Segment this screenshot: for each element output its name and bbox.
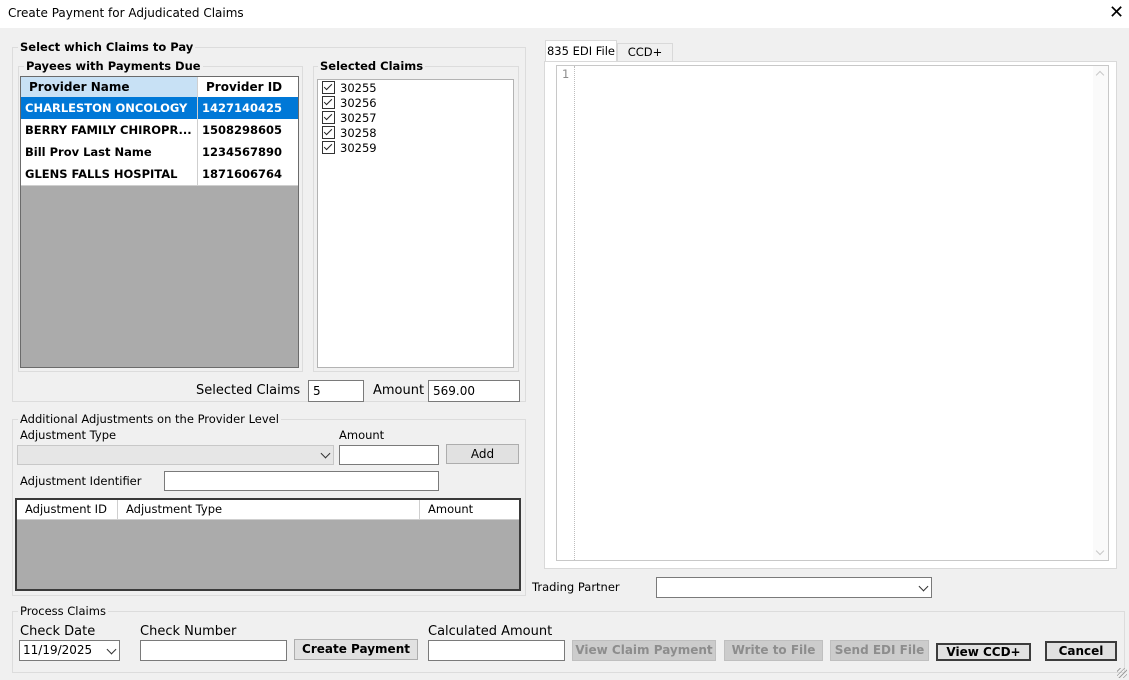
- process-claims-legend: Process Claims: [18, 604, 108, 618]
- payee-row[interactable]: CHARLESTON ONCOLOGY 1427140425: [21, 97, 298, 120]
- column-header-adjustment-amount[interactable]: Amount: [420, 500, 519, 519]
- claim-id: 30255: [340, 81, 377, 95]
- chevron-down-icon: [106, 644, 117, 655]
- claims-group-legend: Select which Claims to Pay: [18, 40, 196, 54]
- column-header-provider-name[interactable]: Provider Name: [21, 77, 198, 97]
- calculated-amount-field[interactable]: [428, 640, 565, 661]
- amount-field[interactable]: 569.00: [428, 380, 520, 402]
- add-adjustment-button[interactable]: Add: [446, 444, 519, 464]
- editor-scrollbar[interactable]: [1093, 66, 1108, 560]
- adjustment-amount-label: Amount: [339, 428, 385, 442]
- checkbox-checked-icon[interactable]: [322, 141, 335, 154]
- claim-checkbox-item[interactable]: 30257: [322, 111, 377, 126]
- tab-835-edi-file[interactable]: 835 EDI File: [545, 40, 617, 62]
- cancel-button[interactable]: Cancel: [1045, 641, 1117, 661]
- chevron-down-icon: [320, 448, 331, 459]
- payee-row[interactable]: BERRY FAMILY CHIROPR... 1508298605: [21, 119, 298, 142]
- payees-grid-header: Provider Name Provider ID: [21, 77, 298, 98]
- payee-name-cell: CHARLESTON ONCOLOGY: [21, 97, 198, 119]
- claim-checkbox-item[interactable]: 30256: [322, 96, 377, 111]
- column-header-provider-id[interactable]: Provider ID: [198, 77, 298, 97]
- checkbox-checked-icon[interactable]: [322, 96, 335, 109]
- claim-checkbox-item[interactable]: 30258: [322, 126, 377, 141]
- check-number-field[interactable]: [140, 640, 287, 661]
- edi-text-editor[interactable]: 1: [556, 65, 1109, 561]
- claim-id: 30257: [340, 111, 377, 125]
- create-payment-button[interactable]: Create Payment: [294, 639, 418, 660]
- column-header-adjustment-type[interactable]: Adjustment Type: [118, 500, 420, 519]
- window-title: Create Payment for Adjudicated Claims: [8, 6, 244, 20]
- payees-group-legend: Payees with Payments Due: [24, 59, 203, 73]
- amount-label: Amount: [373, 383, 425, 398]
- tab-ccd-file[interactable]: CCD+ File: [617, 43, 673, 76]
- checkbox-checked-icon[interactable]: [322, 126, 335, 139]
- claim-id: 30256: [340, 96, 377, 110]
- trading-partner-label: Trading Partner: [532, 580, 620, 594]
- resize-grip-icon[interactable]: [1117, 668, 1127, 678]
- payee-name-cell: Bill Prov Last Name: [21, 141, 198, 163]
- claim-checkbox-item[interactable]: 30259: [322, 141, 377, 156]
- chevron-down-icon: [918, 581, 929, 592]
- write-to-file-button[interactable]: Write to File: [724, 640, 823, 661]
- claim-checkbox-item[interactable]: 30255: [322, 81, 377, 96]
- check-date-picker[interactable]: 11/19/2025: [19, 640, 120, 661]
- check-number-label: Check Number: [140, 624, 237, 639]
- claim-id: 30258: [340, 126, 377, 140]
- selected-claims-count-label: Selected Claims: [196, 383, 301, 398]
- line-number-gutter: [557, 66, 575, 560]
- adjustment-type-select[interactable]: [17, 445, 334, 465]
- payee-name-cell: GLENS FALLS HOSPITAL: [21, 163, 198, 185]
- claim-id: 30259: [340, 141, 377, 155]
- calculated-amount-label: Calculated Amount: [428, 624, 553, 639]
- payees-grid[interactable]: Provider Name Provider ID CHARLESTON ONC…: [20, 76, 299, 368]
- adjustment-type-label: Adjustment Type: [20, 428, 117, 442]
- view-ccd-button[interactable]: View CCD+: [936, 643, 1031, 661]
- adjustments-grid[interactable]: Adjustment ID Adjustment Type Amount: [15, 498, 521, 591]
- check-date-label: Check Date: [20, 624, 96, 639]
- payee-id-cell: 1234567890: [198, 141, 298, 163]
- trading-partner-select[interactable]: [656, 577, 932, 598]
- payee-id-cell: 1871606764: [198, 163, 298, 185]
- payee-id-cell: 1508298605: [198, 119, 298, 141]
- scroll-down-icon[interactable]: [1095, 546, 1105, 556]
- adjustments-grid-header: Adjustment ID Adjustment Type Amount: [17, 500, 519, 520]
- payee-name-cell: BERRY FAMILY CHIROPR...: [21, 119, 198, 141]
- send-edi-file-button[interactable]: Send EDI File: [830, 640, 929, 661]
- checkbox-checked-icon[interactable]: [322, 111, 335, 124]
- close-icon[interactable]: ✕: [1104, 0, 1129, 26]
- column-header-adjustment-id[interactable]: Adjustment ID: [17, 500, 118, 519]
- line-number: 1: [562, 67, 570, 81]
- scroll-up-icon[interactable]: [1095, 70, 1105, 80]
- view-claim-payment-button[interactable]: View Claim Payment: [572, 640, 716, 661]
- checkbox-checked-icon[interactable]: [322, 81, 335, 94]
- check-date-value: 11/19/2025: [23, 643, 93, 657]
- adjustment-identifier-field[interactable]: [164, 471, 439, 491]
- adjustments-group-legend: Additional Adjustments on the Provider L…: [18, 412, 281, 426]
- payee-row[interactable]: Bill Prov Last Name 1234567890: [21, 141, 298, 164]
- payee-row[interactable]: GLENS FALLS HOSPITAL 1871606764: [21, 163, 298, 186]
- adjustment-identifier-label: Adjustment Identifier: [20, 474, 142, 488]
- selected-claims-count-field[interactable]: 5: [308, 380, 364, 402]
- selected-claims-checklist[interactable]: 30255 30256 30257 30258 30259: [317, 79, 514, 368]
- selected-claims-legend: Selected Claims: [318, 59, 426, 73]
- adjustment-amount-field[interactable]: [339, 445, 439, 465]
- payee-id-cell: 1427140425: [198, 97, 298, 119]
